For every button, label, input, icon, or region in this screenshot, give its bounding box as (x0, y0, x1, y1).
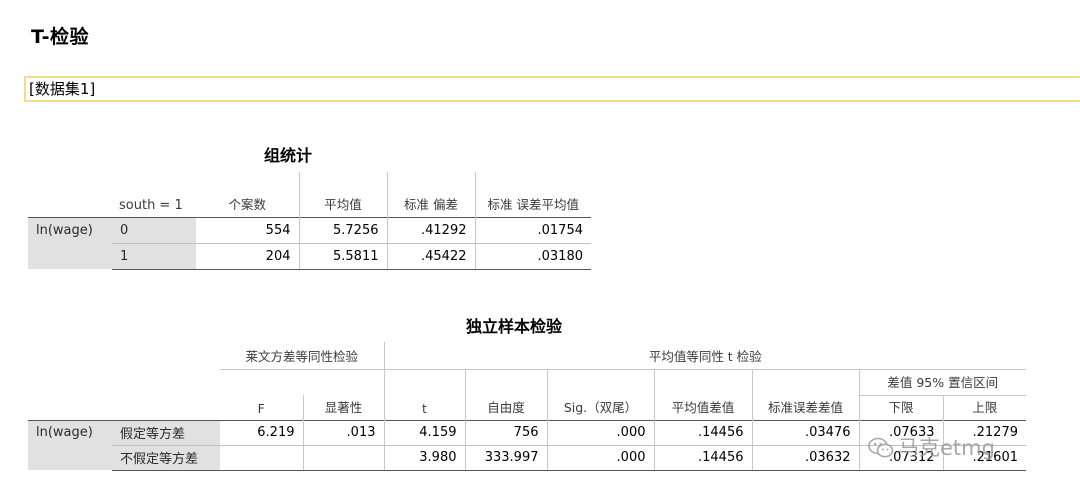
row-label: 不假定等方差 (112, 445, 220, 471)
cell-sd: .41292 (386, 217, 475, 244)
col-sig: 显著性 (302, 395, 384, 420)
table-row: 1 204 5.5811 .45422 .03180 (28, 243, 591, 270)
watermark-text: 马克etmg (898, 436, 995, 460)
col-sd: 标准 偏差 (386, 172, 475, 217)
cell-n: 204 (196, 243, 299, 270)
levene-header: 莱文方差等同性检验 (220, 342, 384, 370)
col-se: 标准 误差平均值 (474, 172, 591, 217)
cell-F: 6.219 (220, 420, 303, 446)
col-lower: 下限 (858, 395, 943, 420)
cell-mean: 5.5811 (298, 243, 387, 270)
cell-mean: 5.7256 (298, 217, 387, 244)
cell-sd: .45422 (386, 243, 475, 270)
wechat-icon (868, 437, 894, 459)
col-F: F (257, 400, 265, 416)
cell-sed: .03476 (751, 420, 859, 446)
dataset-name: [数据集1] (29, 80, 96, 98)
col-group-var: south = 1 (119, 197, 183, 213)
col-df: 自由度 (464, 395, 547, 420)
ttest-header: 平均值等同性 t 检验 (383, 342, 1026, 370)
cell-md: .14456 (653, 445, 752, 471)
cell-F (220, 445, 303, 471)
var-label: ln(wage) (28, 217, 112, 269)
col-n: 个案数 (228, 196, 266, 212)
cell-se: .03180 (474, 243, 591, 270)
watermark: 马克etmg (868, 432, 995, 462)
group-stats-title: 组统计 (264, 146, 313, 165)
cell-df: 756 (464, 420, 547, 446)
col-sig2: Sig.（双尾） (546, 395, 654, 420)
col-md: 平均值差值 (653, 395, 752, 420)
ci-header: 差值 95% 置信区间 (858, 369, 1026, 396)
cell-t: 4.159 (383, 420, 465, 446)
dataset-label: [数据集1] (24, 76, 1080, 102)
cell-se: .01754 (474, 217, 591, 244)
col-mean: 平均值 (298, 172, 387, 217)
cell-sig2: .000 (546, 420, 654, 446)
cell-df: 333.997 (464, 445, 547, 471)
cell-md: .14456 (653, 420, 752, 446)
var-label: ln(wage) (28, 420, 112, 470)
cell-sig (302, 445, 384, 471)
cell-t: 3.980 (383, 445, 465, 471)
col-sed: 标准误差差值 (751, 395, 859, 420)
group-label: 0 (112, 217, 196, 244)
group-stats-table: south = 1 个案数 平均值 标准 偏差 标准 误差平均值 ln(wage… (28, 172, 591, 270)
col-t: t (383, 395, 465, 420)
table-row: ln(wage) 0 554 5.7256 .41292 .01754 (28, 217, 591, 269)
row-label: 假定等方差 (112, 420, 220, 446)
cell-sed: .03632 (751, 445, 859, 471)
col-upper: 上限 (942, 395, 1026, 420)
ttest-title: 独立样本检验 (466, 317, 563, 336)
cell-n: 554 (196, 217, 299, 244)
cell-sig: .013 (302, 420, 384, 446)
group-label: 1 (112, 243, 196, 270)
cell-sig2: .000 (546, 445, 654, 471)
page-title: T-检验 (31, 26, 90, 48)
